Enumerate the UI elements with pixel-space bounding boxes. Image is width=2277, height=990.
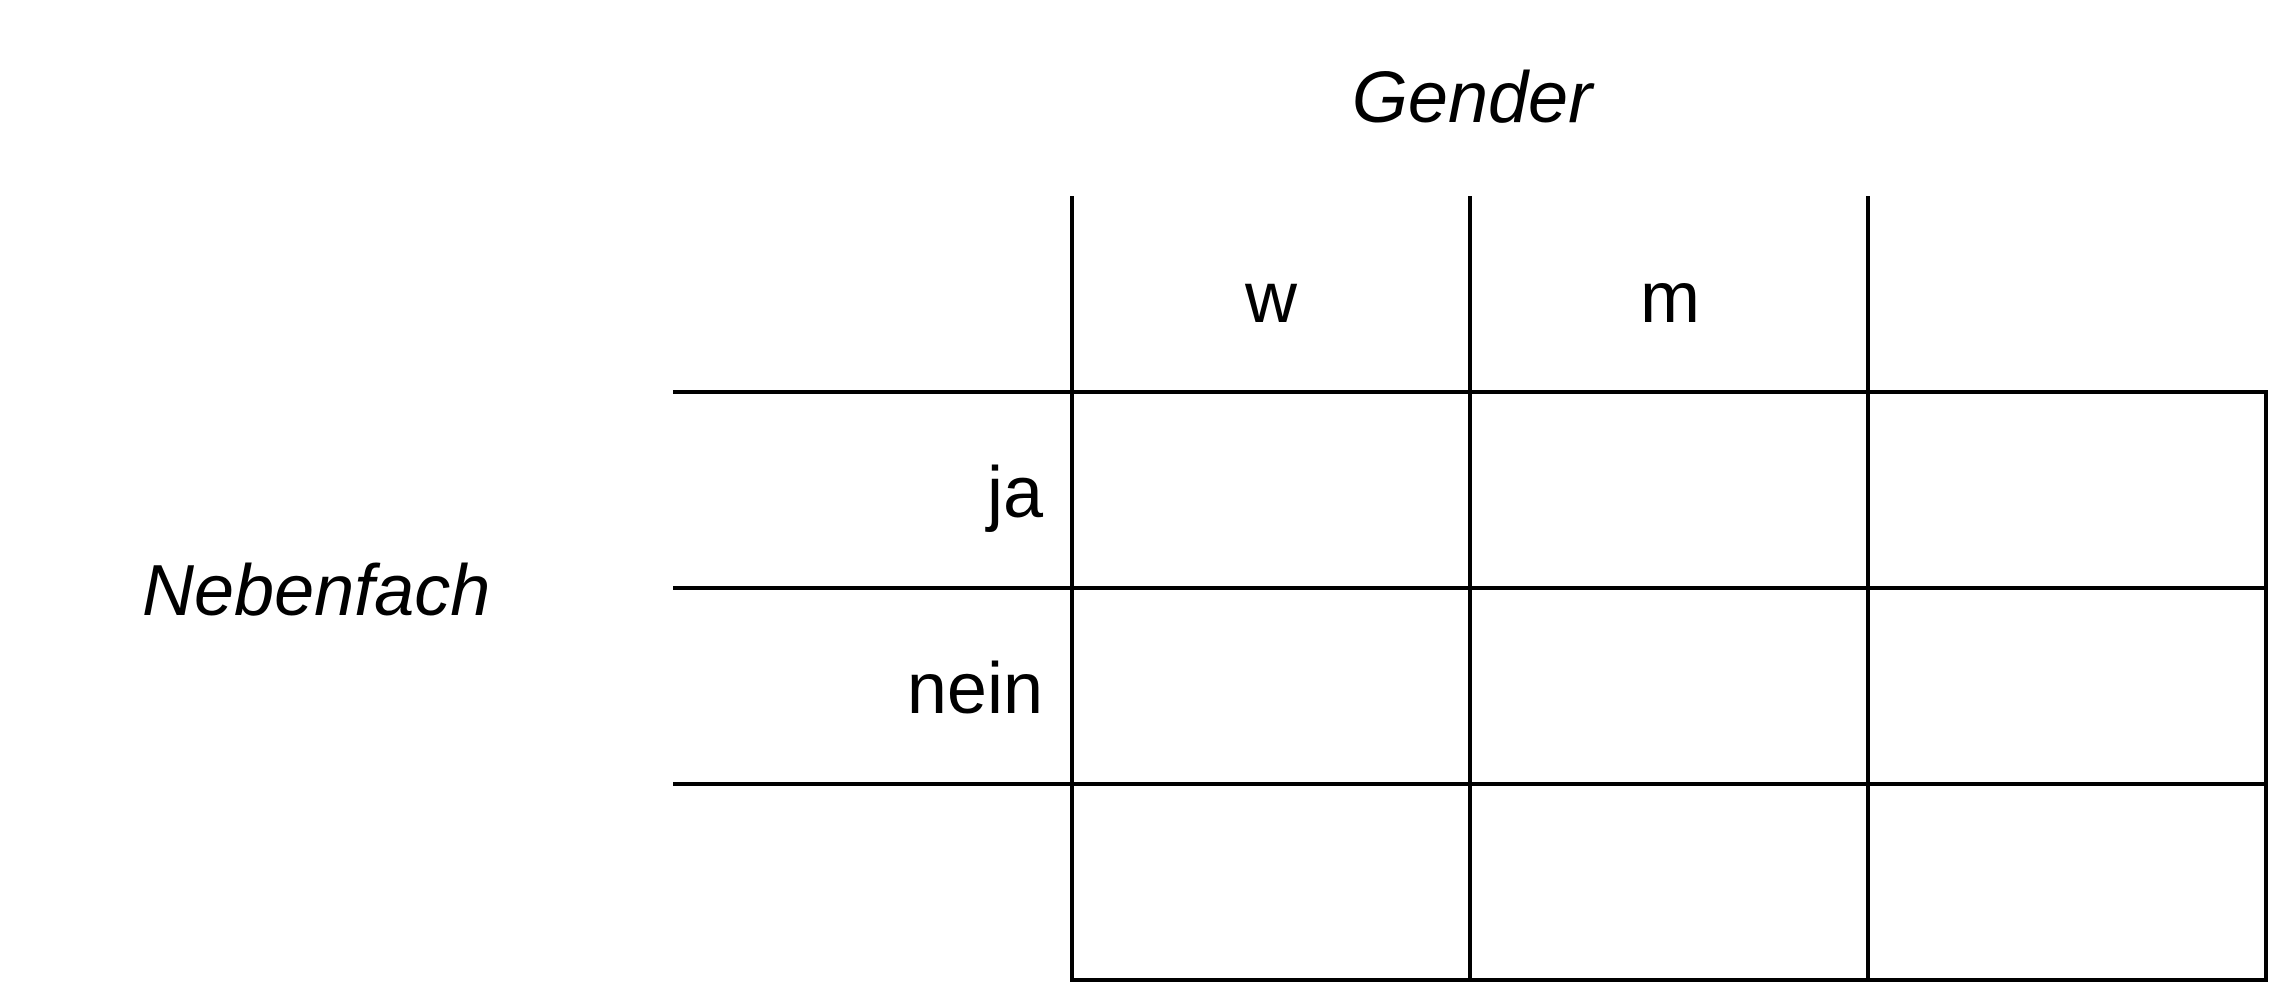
column-header-m: m — [1640, 258, 1700, 338]
grid-horizontal-line — [673, 586, 2268, 590]
row-variable-title: Nebenfach — [142, 551, 491, 631]
grid-horizontal-line — [1070, 978, 2268, 982]
contingency-table-diagram: Gender Nebenfach w m ja nein — [0, 0, 2277, 990]
grid-vertical-line — [2264, 390, 2268, 982]
grid-horizontal-line — [673, 782, 2268, 786]
column-header-w: w — [1245, 258, 1297, 338]
column-variable-title: Gender — [1351, 58, 1593, 138]
grid-horizontal-line — [673, 390, 2268, 394]
row-header-nein: nein — [906, 649, 1043, 729]
row-header-ja: ja — [986, 453, 1043, 533]
